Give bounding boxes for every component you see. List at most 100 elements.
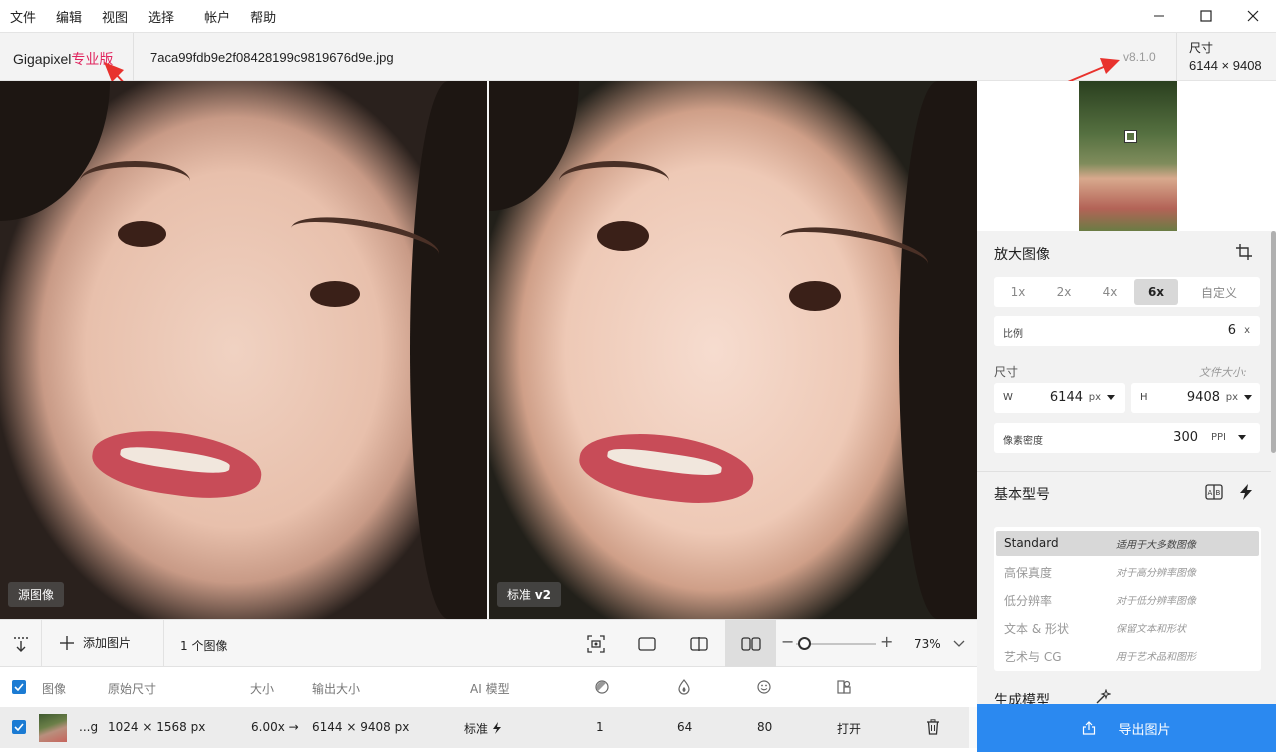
trash-icon[interactable] (926, 719, 940, 735)
crop-icon[interactable] (1236, 244, 1252, 260)
density-label: 像素密度 (1003, 436, 1043, 447)
navigator (977, 81, 1276, 231)
row-open-link[interactable]: 打开 (837, 720, 861, 737)
zoom-value[interactable]: 73% (914, 637, 941, 651)
model-description: 对于低分辨率图像 (1116, 596, 1196, 607)
height-label: H (1140, 392, 1148, 403)
ratio-label: 比例 (1003, 329, 1023, 340)
source-image-tag: 源图像 (8, 582, 65, 607)
navigator-thumbnail[interactable] (1079, 81, 1177, 231)
menu-help[interactable]: 帮助 (250, 7, 276, 26)
select-all-checkbox[interactable] (12, 680, 26, 694)
brand-name: Gigapixel (13, 51, 72, 67)
section-divider (977, 471, 1271, 472)
col-image[interactable]: 图像 (42, 680, 66, 697)
row-file-name: ...g (79, 720, 99, 734)
side-by-side-view-button[interactable] (725, 620, 776, 667)
scale-4x[interactable]: 4x (1088, 279, 1132, 305)
col-scale[interactable]: 大小 (250, 680, 274, 697)
menu-file[interactable]: 文件 (10, 7, 36, 26)
hair-right (410, 81, 487, 619)
height-unit: px (1225, 392, 1238, 403)
col-ai-model[interactable]: AI 模型 (470, 680, 510, 697)
menu-edit[interactable]: 编辑 (56, 7, 82, 26)
ratio-field[interactable]: 比例 6 x (994, 316, 1260, 346)
model-description: 对于高分辨率图像 (1116, 568, 1196, 579)
add-image-label: 添加图片 (83, 636, 132, 650)
export-image-button[interactable]: 导出图片 (977, 704, 1276, 752)
image-count: 1 个图像 (180, 639, 228, 653)
model-name: 文本 & 形状 (1004, 622, 1069, 636)
list-scrollbar[interactable] (969, 707, 977, 748)
chevron-down-icon[interactable] (1238, 435, 1246, 440)
chevron-down-icon[interactable] (1244, 395, 1252, 400)
split-view-icon (689, 636, 708, 651)
svg-text:A: A (1208, 489, 1213, 497)
col-original-size[interactable]: 原始尺寸 (108, 680, 156, 697)
header-divider (133, 33, 134, 81)
maximize-button[interactable] (1182, 0, 1229, 32)
model-option-text-shapes[interactable]: 文本 & 形状 保留文本和形状 (996, 615, 1259, 640)
chevron-down-icon[interactable] (953, 639, 965, 649)
toolbar-divider (163, 620, 164, 667)
model-name: 低分辨率 (1004, 594, 1053, 608)
close-button[interactable] (1229, 0, 1276, 32)
zoom-slider-handle[interactable] (798, 637, 811, 650)
width-label: W (1003, 392, 1013, 403)
eye (597, 221, 649, 251)
magic-wand-icon[interactable] (1095, 689, 1111, 705)
model-label: 标准 (507, 588, 532, 602)
width-field[interactable]: W 6144 px (994, 383, 1125, 413)
split-view-button[interactable] (673, 620, 724, 667)
height-field[interactable]: H 9408 px (1131, 383, 1260, 413)
minimize-button[interactable] (1135, 0, 1182, 32)
chevron-down-icon[interactable] (1107, 395, 1115, 400)
hair-right (899, 81, 977, 619)
row-ai-model[interactable]: 标准 (464, 720, 502, 737)
zoom-in-icon[interactable]: + (880, 632, 893, 651)
face-focus-icon (586, 634, 605, 653)
model-option-standard[interactable]: Standard 适用于大多数图像 (996, 531, 1259, 556)
zoom-out-icon[interactable]: − (781, 632, 794, 651)
hair-left (0, 81, 110, 221)
brand-edition: 专业版 (71, 51, 114, 67)
lightning-icon (492, 722, 501, 734)
eye (789, 281, 841, 311)
focus-view-button[interactable] (570, 620, 621, 667)
result-image-pane[interactable]: 标准 v2 (489, 81, 977, 619)
col-output-size[interactable]: 输出大小 (312, 680, 360, 697)
menu-view[interactable]: 视图 (102, 7, 128, 26)
row-checkbox[interactable] (12, 720, 26, 734)
app-header: Gigapixel专业版 7aca99fdb9e2f08428199c98196… (0, 32, 1276, 81)
scale-custom[interactable]: 自定义 (1180, 279, 1258, 305)
navigator-viewport-marker[interactable] (1124, 130, 1137, 143)
single-view-button[interactable] (621, 620, 672, 667)
import-button[interactable] (0, 620, 42, 667)
source-image-pane[interactable]: 源图像 (0, 81, 487, 619)
menu-select[interactable]: 选择 (148, 7, 174, 26)
panel-scrollbar[interactable] (1271, 231, 1276, 453)
model-option-low-res[interactable]: 低分辨率 对于低分辨率图像 (996, 587, 1259, 612)
version-label: v8.1.0 (1123, 50, 1156, 64)
menu-account[interactable]: 帐户 (204, 7, 230, 26)
file-size-label: 文件大小: (1199, 366, 1247, 379)
height-value: 9408 (1186, 390, 1220, 405)
scale-6x[interactable]: 6x (1134, 279, 1178, 305)
scale-1x[interactable]: 1x (996, 279, 1040, 305)
model-option-art-cg[interactable]: 艺术与 CG 用于艺术品和图形 (996, 643, 1259, 668)
file-name: 7aca99fdb9e2f08428199c9819676d9e.jpg (150, 50, 394, 65)
row-value-1: 1 (596, 720, 604, 734)
scale-2x[interactable]: 2x (1042, 279, 1086, 305)
size-label: 尺寸 (994, 365, 1019, 379)
svg-text:B: B (1216, 489, 1221, 497)
model-version: v2 (534, 588, 552, 602)
lightning-icon[interactable] (1239, 484, 1253, 500)
compare-models-icon[interactable]: AB (1205, 484, 1223, 500)
table-row[interactable]: ...g 1024 × 1568 px 6.00x → 6144 × 9408 … (0, 707, 969, 748)
model-option-high-fidelity[interactable]: 高保真度 对于高分辨率图像 (996, 559, 1259, 584)
pixel-density-field[interactable]: 像素密度 300 PPI (994, 423, 1260, 453)
add-image-button[interactable]: 添加图片 (60, 634, 131, 651)
row-output-size: 6144 × 9408 px (312, 720, 410, 734)
side-by-side-icon (740, 636, 761, 651)
model-description: 适用于大多数图像 (1116, 540, 1196, 551)
